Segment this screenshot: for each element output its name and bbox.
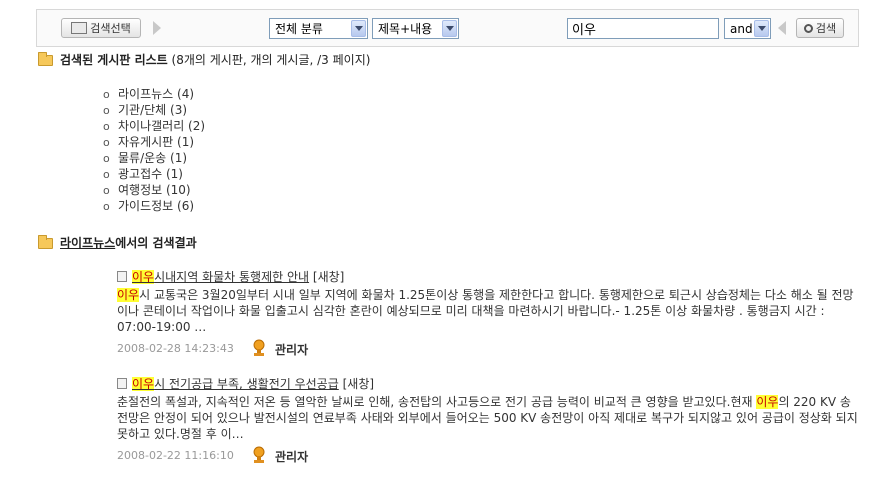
snippet-text: 춘절전의 폭설과, 지속적인 저온 등 열악한 날씨로 인해, 송전탑의 사고등… — [117, 395, 757, 409]
category-select[interactable]: 전체 분류 — [269, 18, 368, 39]
result-snippet: 춘절전의 폭설과, 지속적인 저온 등 열악한 날씨로 인해, 송전탑의 사고등… — [117, 394, 859, 442]
chevron-down-icon — [754, 20, 769, 37]
board-list-item[interactable]: 자유게시판 (1) — [103, 134, 205, 150]
select-board-button[interactable]: 검색선택 — [61, 18, 141, 38]
new-window-link[interactable]: [새창] — [343, 377, 374, 391]
keyword-highlight: 이우 — [132, 377, 155, 391]
play-arrow-icon — [153, 21, 161, 35]
magnifier-icon — [803, 23, 813, 33]
results-heading: 라이프뉴스에서의 검색결과 — [60, 234, 197, 251]
result-title: 이우시내지역 화물차 통행제한 안내 [새창] — [117, 269, 859, 285]
result-date: 2008-02-22 11:16:10 — [117, 449, 234, 462]
search-result: 이우시 전기공급 부족, 생활전기 우선공급 [새창] 춘절전의 폭설과, 지속… — [117, 376, 859, 466]
search-input-value: 이우 — [572, 23, 596, 38]
result-date: 2008-02-28 14:23:43 — [117, 342, 234, 355]
search-button-label: 검색 — [815, 22, 837, 35]
document-icon — [117, 378, 127, 389]
boards-heading-title: 검색된 게시판 리스트 — [60, 53, 168, 67]
back-arrow-icon — [778, 21, 786, 35]
new-window-link[interactable]: [새창] — [313, 270, 344, 284]
result-title: 이우시 전기공급 부족, 생활전기 우선공급 [새창] — [117, 376, 859, 392]
board-list: 라이프뉴스 (4) 기관/단체 (3) 차이나갤러리 (2) 자유게시판 (1)… — [103, 86, 205, 214]
board-list-item[interactable]: 라이프뉴스 (4) — [103, 86, 205, 102]
boards-heading-summary: (8개의 게시판, 개의 게시글, /3 페이지) — [167, 53, 371, 67]
board-list-item[interactable]: 기관/단체 (3) — [103, 102, 205, 118]
board-list-item[interactable]: 가이드정보 (6) — [103, 198, 205, 214]
folder-icon — [38, 52, 53, 66]
category-select-value: 전체 분류 — [275, 22, 323, 36]
result-meta: 2008-02-28 14:23:43 관리자 — [117, 339, 859, 359]
search-field-select[interactable]: 제목+내용 — [372, 18, 459, 39]
search-result: 이우시내지역 화물차 통행제한 안내 [새창] 이우시 교통국은 3월20일부터… — [117, 269, 859, 359]
result-author: 관리자 — [275, 450, 309, 464]
keyword-highlight: 이우 — [132, 270, 155, 284]
admin-avatar-icon — [253, 339, 265, 356]
keyword-highlight: 이우 — [117, 288, 140, 302]
search-button[interactable]: 검색 — [796, 18, 844, 38]
search-bar: 검색선택 전체 분류 제목+내용 이우 and 검색 — [36, 9, 859, 47]
board-select-icon — [71, 22, 88, 34]
result-title-link[interactable]: 이우시 전기공급 부족, 생활전기 우선공급 — [132, 377, 339, 391]
select-board-label: 검색선택 — [90, 22, 131, 35]
admin-avatar-icon — [253, 446, 265, 463]
board-list-item[interactable]: 차이나갤러리 (2) — [103, 118, 205, 134]
results-board-link[interactable]: 라이프뉴스 — [60, 236, 115, 250]
chevron-down-icon — [351, 20, 366, 37]
operator-select[interactable]: and — [724, 18, 771, 39]
folder-icon — [38, 235, 53, 249]
operator-select-value: and — [730, 21, 753, 36]
keyword-highlight: 이우 — [756, 395, 779, 409]
result-author: 관리자 — [275, 343, 309, 357]
result-meta: 2008-02-22 11:16:10 관리자 — [117, 446, 859, 466]
search-field-select-value: 제목+내용 — [378, 22, 433, 36]
chevron-down-icon — [442, 20, 457, 37]
board-list-item[interactable]: 여행정보 (10) — [103, 182, 205, 198]
snippet-text: 시 교통국은 3월20일부터 시내 일부 지역에 화물차 1.25톤이상 통행을… — [117, 288, 854, 334]
search-input[interactable]: 이우 — [567, 18, 719, 39]
board-list-item[interactable]: 물류/운송 (1) — [103, 150, 205, 166]
result-title-text: 시내지역 화물차 통행제한 안내 — [154, 270, 310, 284]
result-title-text: 시 전기공급 부족, 생활전기 우선공급 — [154, 377, 339, 391]
document-icon — [117, 271, 127, 282]
results-heading-suffix: 에서의 검색결과 — [115, 236, 197, 250]
board-list-item[interactable]: 광고접수 (1) — [103, 166, 205, 182]
boards-heading: 검색된 게시판 리스트 (8개의 게시판, 개의 게시글, /3 페이지) — [60, 51, 370, 68]
result-title-link[interactable]: 이우시내지역 화물차 통행제한 안내 — [132, 270, 309, 284]
result-snippet: 이우시 교통국은 3월20일부터 시내 일부 지역에 화물차 1.25톤이상 통… — [117, 287, 859, 335]
